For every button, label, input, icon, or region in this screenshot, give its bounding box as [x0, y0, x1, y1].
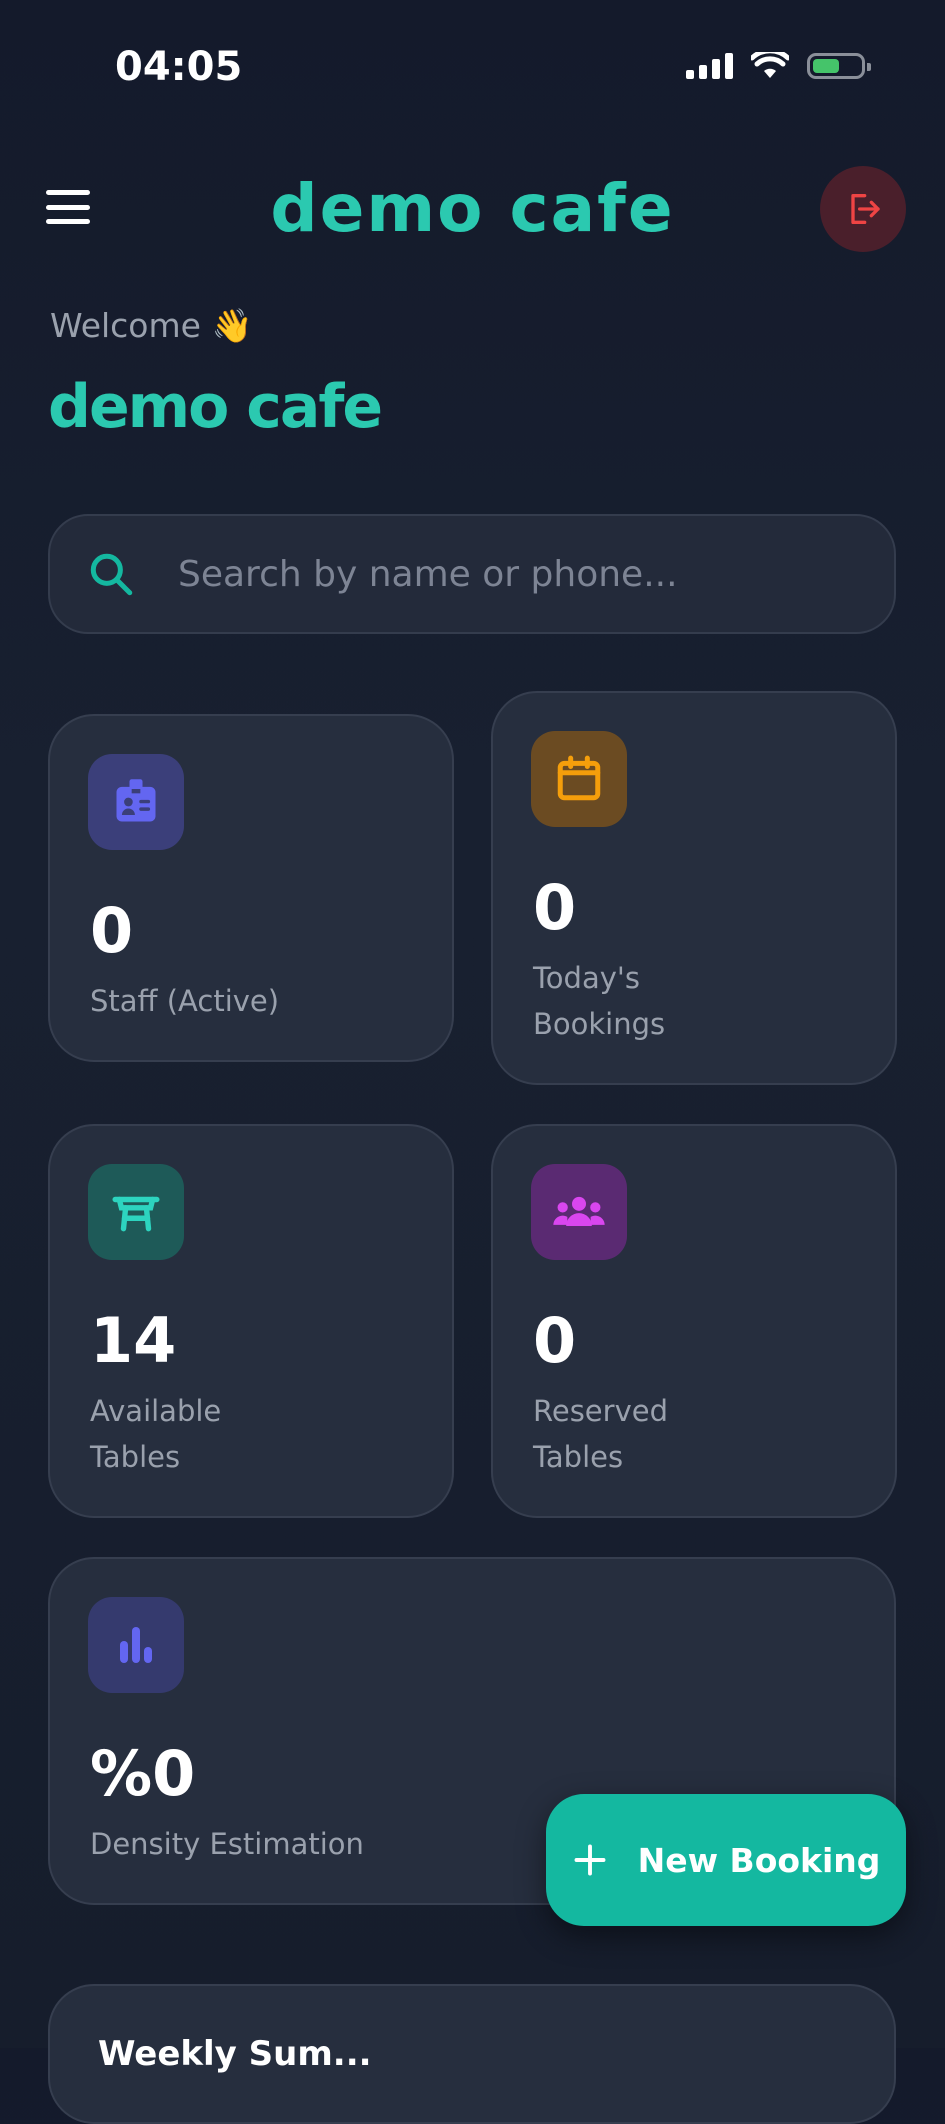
stat-label: Available Tables	[90, 1394, 222, 1474]
table-icon	[88, 1164, 184, 1260]
status-icons	[686, 52, 871, 80]
stat-value: 14	[90, 1304, 177, 1377]
plus-icon	[574, 1844, 606, 1876]
status-time: 04:05	[115, 44, 243, 90]
id-badge-icon	[88, 754, 184, 850]
stat-label: Today's Bookings	[533, 961, 666, 1041]
stat-value: 0	[533, 871, 577, 944]
calendar-icon	[531, 731, 627, 827]
cafe-name: demo cafe	[48, 372, 383, 442]
signal-icon	[686, 53, 733, 79]
stat-card-todays-bookings[interactable]: 0 Today's Bookings	[491, 691, 897, 1085]
new-booking-button[interactable]: New Booking	[546, 1794, 906, 1926]
stat-label: Reserved Tables	[533, 1394, 668, 1474]
search-input[interactable]	[176, 552, 894, 596]
logout-button[interactable]	[820, 166, 906, 252]
stat-value: 0	[533, 1304, 577, 1377]
stat-card-reserved-tables[interactable]: 0 Reserved Tables	[491, 1124, 897, 1518]
stat-card-available-tables[interactable]: 14 Available Tables	[48, 1124, 454, 1518]
stat-label: Staff (Active)	[90, 984, 280, 1018]
search-bar[interactable]	[48, 514, 896, 634]
logout-icon	[851, 194, 880, 224]
new-booking-label: New Booking	[637, 1840, 881, 1880]
stat-label: Density Estimation	[90, 1827, 364, 1861]
welcome-greeting: Welcome 👋	[50, 306, 253, 345]
search-icon	[90, 553, 133, 596]
stat-value: 0	[90, 894, 134, 967]
battery-icon	[807, 53, 871, 79]
stat-card-staff[interactable]: 0 Staff (Active)	[48, 714, 454, 1062]
stat-value: %0	[90, 1737, 196, 1810]
weekly-summary-title: Weekly Sum...	[98, 2034, 372, 2074]
people-group-icon	[531, 1164, 627, 1260]
wifi-icon	[751, 52, 789, 78]
bar-chart-icon	[88, 1597, 184, 1693]
app-title: demo cafe	[270, 170, 675, 247]
